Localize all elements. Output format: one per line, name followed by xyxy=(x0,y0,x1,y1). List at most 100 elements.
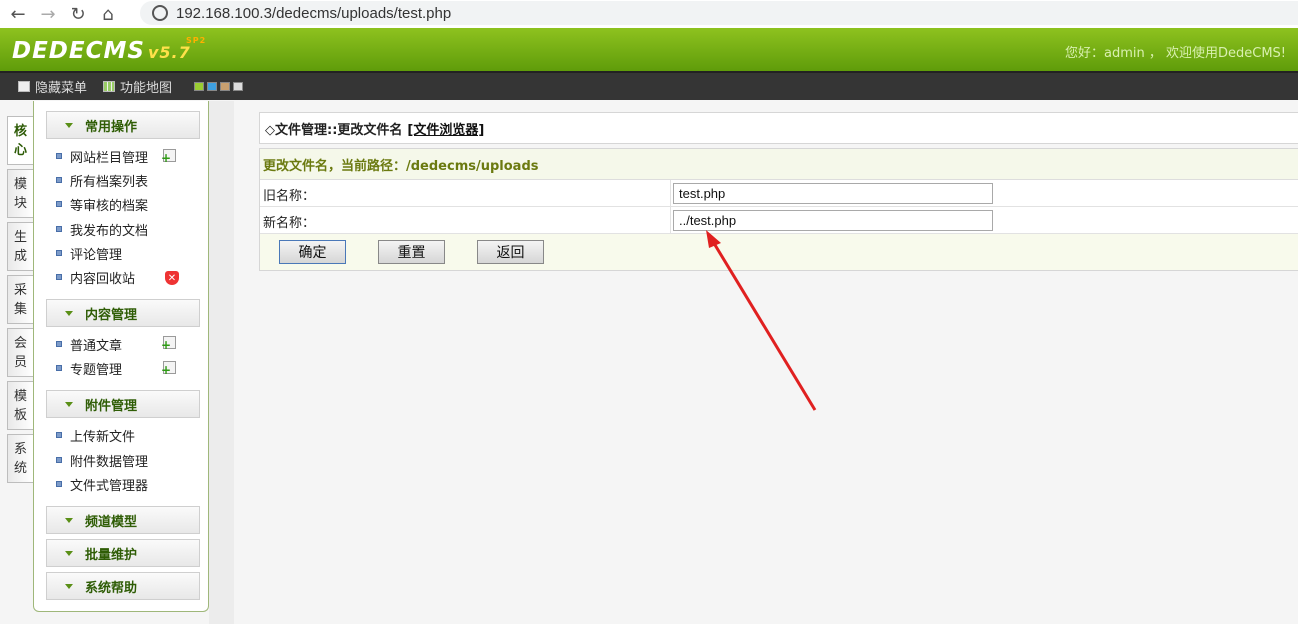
tab-core-c1: 核 xyxy=(13,123,27,139)
skin-swatch-blue[interactable] xyxy=(207,82,218,91)
hide-menu-icon xyxy=(18,81,30,92)
tab-templates[interactable]: 模板 xyxy=(7,381,33,430)
group-common-ops[interactable]: 常用操作 xyxy=(46,111,200,139)
menu-item-my-docs[interactable]: 我发布的文档 xyxy=(56,219,148,239)
group-title: 批量维护 xyxy=(85,547,138,563)
logo-text: DEDECMS xyxy=(12,38,145,64)
collapse-arrow-icon xyxy=(65,401,73,407)
tab-collect[interactable]: 采集 xyxy=(7,275,33,324)
group-system-help[interactable]: 系统帮助 xyxy=(46,572,200,600)
menu-item-all-archives[interactable]: 所有档案列表 xyxy=(56,170,148,190)
menu-item-recycle-bin[interactable]: 内容回收站 xyxy=(56,267,135,287)
bullet-icon xyxy=(56,341,62,347)
column-divider xyxy=(670,207,671,234)
tab-system[interactable]: 系统 xyxy=(7,434,33,483)
logo-edition: SP2 xyxy=(186,36,207,45)
menu-item-attachment-data[interactable]: 附件数据管理 xyxy=(56,450,148,470)
clear-recycle-icon[interactable]: ✕ xyxy=(165,271,179,285)
bullet-icon xyxy=(56,457,62,463)
tab-system-c1: 系 xyxy=(13,441,27,457)
tab-collect-c1: 采 xyxy=(13,282,27,298)
main-content: ◇文件管理::更改文件名 [文件浏览器] 更改文件名，当前路径：/dedecms… xyxy=(234,101,1298,624)
menu-item-upload-file[interactable]: 上传新文件 xyxy=(56,425,135,445)
menu-item-label: 专题管理 xyxy=(70,362,123,378)
button-row: 确定 重置 返回 xyxy=(260,234,1298,270)
feature-map-icon xyxy=(103,81,116,92)
menu-item-articles[interactable]: 普通文章 xyxy=(56,334,122,354)
collapse-arrow-icon xyxy=(65,310,73,316)
tab-modules[interactable]: 模块 xyxy=(7,169,33,218)
back-button[interactable]: 返回 xyxy=(477,240,544,264)
address-bar[interactable]: 192.168.100.3/dedecms/uploads/test.php xyxy=(140,1,1298,25)
menu-item-label: 网站栏目管理 xyxy=(70,150,149,166)
reload-icon[interactable]: ↻ xyxy=(66,2,90,26)
bullet-icon xyxy=(56,250,62,256)
back-arrow-icon[interactable]: ← xyxy=(6,2,30,26)
reset-button[interactable]: 重置 xyxy=(378,240,445,264)
menu-item-file-manager[interactable]: 文件式管理器 xyxy=(56,474,148,494)
rename-form: 更改文件名，当前路径：/dedecms/uploads 旧名称： 新名称： 确定… xyxy=(259,148,1298,271)
menu-item-label: 我发布的文档 xyxy=(70,223,149,239)
add-special-icon[interactable] xyxy=(161,361,176,375)
bullet-icon xyxy=(56,226,62,232)
bullet-icon xyxy=(56,201,62,207)
menu-item-pending-archives[interactable]: 等审核的档案 xyxy=(56,194,148,214)
tab-system-c2: 统 xyxy=(13,460,27,476)
skin-swatch-green[interactable] xyxy=(194,82,205,91)
group-content-manage[interactable]: 内容管理 xyxy=(46,299,200,327)
group-title: 频道模型 xyxy=(85,514,138,530)
tab-generate-c2: 成 xyxy=(13,248,27,264)
tab-collect-c2: 集 xyxy=(13,301,27,317)
old-name-label: 旧名称： xyxy=(263,189,316,204)
collapse-arrow-icon xyxy=(65,122,73,128)
new-name-input[interactable] xyxy=(673,210,993,231)
browser-toolbar: ← → ↻ ⌂ 192.168.100.3/dedecms/uploads/te… xyxy=(0,0,1298,28)
tab-members[interactable]: 会员 xyxy=(7,328,33,377)
group-batch-maintenance[interactable]: 批量维护 xyxy=(46,539,200,567)
feature-map-button[interactable]: 功能地图 xyxy=(103,77,172,96)
skin-swatch-brown[interactable] xyxy=(220,82,231,91)
tab-generate-c1: 生 xyxy=(13,229,27,245)
group-title: 内容管理 xyxy=(85,307,138,323)
bullet-icon xyxy=(56,177,62,183)
menu-item-label: 内容回收站 xyxy=(70,271,136,287)
bullet-icon xyxy=(56,432,62,438)
site-info-icon[interactable] xyxy=(152,5,168,21)
old-name-input[interactable] xyxy=(673,183,993,204)
new-name-row: 新名称： xyxy=(260,207,1298,234)
side-menu: 常用操作 网站栏目管理 所有档案列表 等审核的档案 我发布的文档 评论管理 内容… xyxy=(33,101,209,612)
add-channel-icon[interactable] xyxy=(161,149,176,163)
menu-item-label: 附件数据管理 xyxy=(70,454,149,470)
feature-map-label: 功能地图 xyxy=(120,81,173,96)
menu-item-label: 普通文章 xyxy=(70,338,123,354)
menu-item-comments[interactable]: 评论管理 xyxy=(56,243,122,263)
top-toolbar: 隐藏菜单 功能地图 xyxy=(0,71,1298,100)
tab-core[interactable]: 核心 xyxy=(7,116,33,165)
menu-item-channel-manage[interactable]: 网站栏目管理 xyxy=(56,146,148,166)
menu-item-specials[interactable]: 专题管理 xyxy=(56,358,122,378)
collapse-arrow-icon xyxy=(65,517,73,523)
skin-swatch-gray[interactable] xyxy=(233,82,244,91)
add-article-icon[interactable] xyxy=(161,336,176,350)
forward-arrow-icon[interactable]: → xyxy=(36,2,60,26)
menu-divider xyxy=(209,101,234,624)
page-title-bar: ◇文件管理::更改文件名 [文件浏览器] xyxy=(259,112,1298,144)
tab-modules-c1: 模 xyxy=(13,176,27,192)
hide-menu-label: 隐藏菜单 xyxy=(35,81,88,96)
tab-generate[interactable]: 生成 xyxy=(7,222,33,271)
logo-version: v5.7 xyxy=(147,43,191,62)
group-channel-models[interactable]: 频道模型 xyxy=(46,506,200,534)
old-name-row: 旧名称： xyxy=(260,180,1298,207)
file-browser-link[interactable]: [文件浏览器] xyxy=(407,119,484,138)
address-url: 192.168.100.3/dedecms/uploads/test.php xyxy=(176,4,452,22)
home-icon[interactable]: ⌂ xyxy=(96,2,120,26)
bullet-icon xyxy=(56,274,62,280)
collapse-arrow-icon xyxy=(65,583,73,589)
group-attachments[interactable]: 附件管理 xyxy=(46,390,200,418)
page-title: ◇文件管理::更改文件名 xyxy=(265,122,403,138)
confirm-button[interactable]: 确定 xyxy=(279,240,346,264)
menu-item-label: 文件式管理器 xyxy=(70,478,149,494)
hide-menu-button[interactable]: 隐藏菜单 xyxy=(18,77,87,96)
new-name-label: 新名称： xyxy=(263,216,316,231)
group-title: 系统帮助 xyxy=(85,580,138,596)
